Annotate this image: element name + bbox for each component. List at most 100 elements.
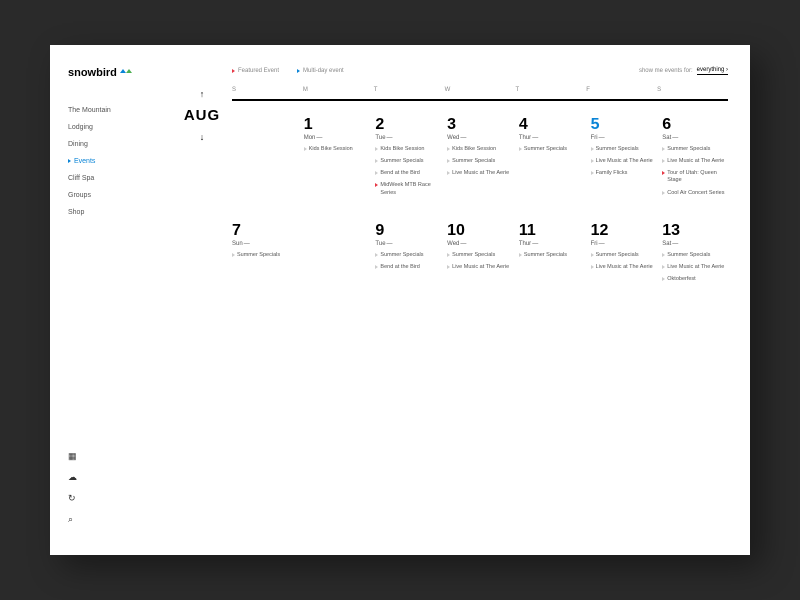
event-item[interactable]: Bend at the Bird (375, 264, 441, 271)
chevron-right-icon (591, 171, 594, 175)
event-title: Live Music at The Aerie (667, 158, 724, 165)
day-name: Sat (662, 241, 728, 247)
event-item[interactable]: Live Music at The Aerie (447, 264, 513, 271)
event-item[interactable]: Summer Specials (447, 252, 513, 259)
event-item[interactable]: Kids Bike Session (375, 146, 441, 153)
day-header: S (232, 87, 303, 93)
day-name: Wed (447, 135, 513, 141)
event-item[interactable]: Summer Specials (375, 252, 441, 259)
event-item[interactable]: Summer Specials (519, 146, 585, 153)
chevron-right-icon (662, 277, 665, 281)
event-title: Summer Specials (452, 158, 495, 165)
event-item[interactable]: Live Music at The Aerie (591, 264, 657, 271)
calendar-day[interactable]: 12FriSummer SpecialsLive Music at The Ae… (591, 223, 657, 313)
event-item[interactable]: Summer Specials (375, 158, 441, 165)
chevron-right-icon (447, 147, 450, 151)
event-item[interactable]: Kids Bike Session (304, 146, 370, 153)
calendar: Featured Event Multi-day event show me e… (232, 67, 728, 555)
calendar-day[interactable]: 7SunSummer Specials (232, 223, 298, 313)
day-name: Fri (591, 135, 657, 141)
calendar-day[interactable] (232, 117, 298, 207)
nav-item-lodging[interactable]: Lodging (68, 124, 172, 131)
event-item[interactable]: Bend at the Bird (375, 170, 441, 177)
day-name: Fri (591, 241, 657, 247)
calendar-day[interactable]: 11ThurSummer Specials (519, 223, 585, 313)
logo[interactable]: snowbird (68, 67, 172, 79)
chevron-right-icon (519, 147, 522, 151)
event-list: Summer Specials Live Music at The Aerie Fa… (591, 146, 657, 177)
event-title: Summer Specials (667, 146, 710, 153)
event-list: Kids Bike Session (304, 146, 370, 153)
event-title: Summer Specials (452, 252, 495, 259)
calendar-day[interactable]: 5FriSummer SpecialsLive Music at The Aer… (591, 117, 657, 207)
day-number: 9 (375, 223, 441, 239)
event-list: Summer Specials Live Music at The Aerie Ok… (662, 252, 728, 283)
event-title: Tour of Utah: Queen Stage (667, 170, 728, 184)
prev-month-button[interactable]: ↑ (200, 89, 205, 99)
event-item[interactable]: Oktoberfest (662, 276, 728, 283)
event-list: Summer Specials (232, 252, 298, 259)
nav-item-groups[interactable]: Groups (68, 192, 172, 199)
event-item[interactable]: Summer Specials (447, 158, 513, 165)
event-title: Summer Specials (596, 146, 639, 153)
calendar-day[interactable]: 3WedKids Bike SessionSummer SpecialsLive… (447, 117, 513, 207)
event-item[interactable]: MidWeek MTB Race Series (375, 182, 441, 196)
featured-flag-icon (662, 171, 665, 175)
calendar-day[interactable]: 13SatSummer SpecialsLive Music at The Ae… (662, 223, 728, 313)
legend-multiday: Multi-day event (297, 68, 344, 74)
chevron-right-icon (375, 253, 378, 257)
next-month-button[interactable]: ↓ (200, 132, 205, 142)
chevron-right-icon (662, 253, 665, 257)
event-item[interactable]: Live Music at The Aerie (662, 264, 728, 271)
event-item[interactable]: Live Music at The Aerie (662, 158, 728, 165)
event-item[interactable]: Cool Air Concert Series (662, 190, 728, 197)
event-title: Live Music at The Aerie (596, 264, 653, 271)
event-title: Live Music at The Aerie (596, 158, 653, 165)
weather-icon[interactable]: ☁ (68, 472, 172, 483)
day-number: 6 (662, 117, 728, 133)
day-number: 2 (375, 117, 441, 133)
nav-item-dining[interactable]: Dining (68, 141, 172, 148)
nav-item-the-mountain[interactable]: The Mountain (68, 107, 172, 114)
search-icon[interactable]: ⌕ (68, 514, 172, 525)
day-name: Mon (304, 135, 370, 141)
event-title: Family Flicks (596, 170, 628, 177)
nav-item-events[interactable]: Events (68, 158, 172, 165)
event-item[interactable]: Summer Specials (662, 146, 728, 153)
calendar-day[interactable]: 10WedSummer SpecialsLive Music at The Ae… (447, 223, 513, 313)
share-icon[interactable]: ↻ (68, 493, 172, 504)
app-window: snowbird The Mountain Lodging Dining Events… (50, 45, 750, 555)
event-item[interactable]: Live Music at The Aerie (591, 158, 657, 165)
event-item[interactable]: Summer Specials (591, 252, 657, 259)
calendar-day[interactable]: 6SatSummer SpecialsLive Music at The Aer… (662, 117, 728, 207)
event-list: Summer Specials Live Music at The Aerie (591, 252, 657, 271)
calendar-day[interactable]: 2TueKids Bike SessionSummer SpecialsBend… (375, 117, 441, 207)
day-header: W (445, 87, 516, 93)
camera-icon[interactable]: ▦ (68, 451, 172, 462)
chevron-right-icon (591, 159, 594, 163)
day-header: T (515, 87, 586, 93)
nav-item-shop[interactable]: Shop (68, 209, 172, 216)
filter-dropdown[interactable]: everything (697, 67, 728, 75)
event-item[interactable]: Summer Specials (519, 252, 585, 259)
event-item[interactable]: Kids Bike Session (447, 146, 513, 153)
calendar-day[interactable]: 9TueSummer SpecialsBend at the Bird (375, 223, 441, 313)
day-name: Sun (232, 241, 298, 247)
nav-item-cliff-spa[interactable]: Cliff Spa (68, 175, 172, 182)
event-item[interactable]: Summer Specials (232, 252, 298, 259)
event-title: Kids Bike Session (380, 146, 424, 153)
event-item[interactable]: Summer Specials (662, 252, 728, 259)
calendar-day[interactable] (304, 223, 370, 313)
event-title: MidWeek MTB Race Series (380, 182, 441, 196)
chevron-right-icon (662, 159, 665, 163)
event-title: Summer Specials (667, 252, 710, 259)
chevron-right-icon (662, 265, 665, 269)
event-item[interactable]: Live Music at The Aerie (447, 170, 513, 177)
day-name: Thur (519, 241, 585, 247)
calendar-day[interactable]: 1MonKids Bike Session (304, 117, 370, 207)
calendar-day[interactable]: 4ThurSummer Specials (519, 117, 585, 207)
event-item[interactable]: Summer Specials (591, 146, 657, 153)
event-item[interactable]: Tour of Utah: Queen Stage (662, 170, 728, 184)
event-item[interactable]: Family Flicks (591, 170, 657, 177)
legend-row: Featured Event Multi-day event show me e… (232, 67, 728, 87)
